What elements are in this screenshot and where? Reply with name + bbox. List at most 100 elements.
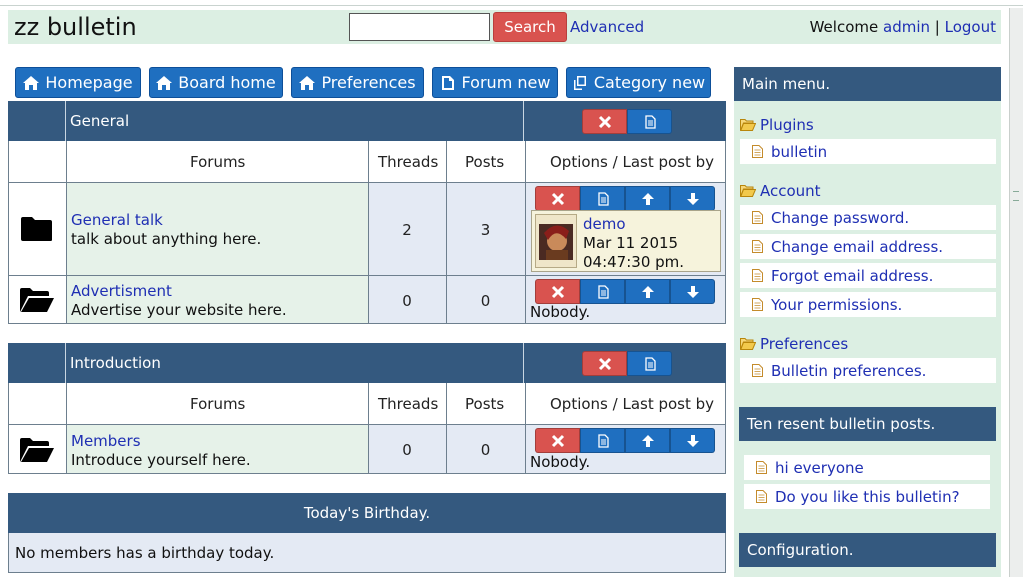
options-column-header: Options / Last post by bbox=[550, 395, 715, 413]
column-header-row: Forums Threads Posts Options / Last post… bbox=[8, 383, 726, 425]
forum-link-general-talk[interactable]: General talk bbox=[71, 211, 163, 229]
last-post-nobody: Nobody. bbox=[530, 303, 591, 321]
post-count: 3 bbox=[480, 221, 491, 239]
document-icon bbox=[752, 240, 763, 253]
sidebar-item-change-email[interactable]: Change email address. bbox=[740, 234, 996, 259]
board-home-label: Board home bbox=[178, 73, 276, 92]
separator: | bbox=[934, 18, 940, 36]
home-icon bbox=[23, 75, 40, 90]
category-new-label: Category new bbox=[593, 73, 706, 92]
recent-post-item[interactable]: hi everyone bbox=[744, 455, 990, 480]
delete-forum-button[interactable] bbox=[535, 428, 580, 453]
sidebar-group-preferences: Preferences bbox=[740, 335, 848, 353]
close-icon bbox=[551, 285, 564, 298]
board-home-button[interactable]: Board home bbox=[149, 67, 283, 98]
move-down-button[interactable] bbox=[670, 186, 715, 211]
delete-forum-button[interactable] bbox=[535, 279, 580, 304]
arrow-up-icon bbox=[641, 434, 654, 447]
edit-forum-button[interactable] bbox=[580, 279, 625, 304]
new-document-icon bbox=[441, 75, 454, 90]
sidebar-item-forgot-email[interactable]: Forgot email address. bbox=[740, 263, 996, 288]
sidebar-item-change-password[interactable]: Change password. bbox=[740, 205, 996, 230]
recent-post-link[interactable]: hi everyone bbox=[775, 459, 864, 477]
forum-link-advertisment[interactable]: Advertisment bbox=[71, 282, 172, 300]
arrow-up-icon bbox=[641, 192, 654, 205]
search-button[interactable]: Search bbox=[493, 12, 567, 42]
edit-category-button[interactable] bbox=[627, 351, 672, 376]
site-header: zz bulletin Search Advanced Welcome admi… bbox=[8, 10, 1001, 44]
edit-category-button[interactable] bbox=[627, 109, 672, 134]
welcome-text: Welcome bbox=[809, 18, 879, 36]
configuration-title: Configuration. bbox=[739, 533, 996, 567]
forum-description: talk about anything here. bbox=[71, 230, 262, 248]
username-link[interactable]: admin bbox=[883, 18, 930, 36]
arrow-up-icon bbox=[641, 285, 654, 298]
homepage-label: Homepage bbox=[45, 73, 133, 92]
recent-post-item[interactable]: Do you like this bulletin? bbox=[744, 484, 990, 509]
column-header-row: Forums Threads Posts Options / Last post… bbox=[8, 141, 726, 183]
sidebar-item-label[interactable]: Change password. bbox=[771, 209, 909, 227]
sidebar-group-plugins: Plugins bbox=[740, 116, 814, 134]
forum-actions bbox=[535, 428, 715, 453]
logout-link[interactable]: Logout bbox=[945, 18, 996, 36]
sidebar: Main menu. Plugins bulletin Account Chan… bbox=[734, 67, 1001, 577]
edit-forum-button[interactable] bbox=[580, 186, 625, 211]
sidebar-item-label[interactable]: Bulletin preferences. bbox=[771, 362, 926, 380]
document-icon bbox=[644, 356, 656, 371]
window-top-border bbox=[0, 0, 1023, 6]
sidebar-item-bulletin-preferences[interactable]: Bulletin preferences. bbox=[740, 358, 996, 383]
scrollbar-grip[interactable] bbox=[1013, 191, 1019, 201]
recent-post-link[interactable]: Do you like this bulletin? bbox=[775, 488, 960, 506]
homepage-button[interactable]: Homepage bbox=[15, 67, 141, 98]
posts-column-header: Posts bbox=[465, 153, 505, 171]
advanced-search-link[interactable]: Advanced bbox=[570, 18, 644, 36]
vertical-scrollbar[interactable] bbox=[1009, 8, 1023, 577]
forum-row: Advertisment Advertise your website here… bbox=[8, 276, 726, 324]
document-icon bbox=[756, 490, 767, 503]
edit-forum-button[interactable] bbox=[580, 428, 625, 453]
sidebar-group-label[interactable]: Plugins bbox=[760, 116, 814, 134]
move-up-button[interactable] bbox=[625, 279, 670, 304]
search-input[interactable] bbox=[349, 13, 490, 41]
move-down-button[interactable] bbox=[670, 428, 715, 453]
folder-closed-icon bbox=[21, 217, 52, 241]
recent-posts-title: Ten resent bulletin posts. bbox=[739, 407, 996, 441]
preferences-button[interactable]: Preferences bbox=[291, 67, 424, 98]
document-icon bbox=[756, 461, 767, 474]
sidebar-item-permissions[interactable]: Your permissions. bbox=[740, 292, 996, 317]
sidebar-item-label[interactable]: bulletin bbox=[771, 143, 827, 161]
category-new-button[interactable]: Category new bbox=[566, 67, 711, 98]
sidebar-group-label[interactable]: Account bbox=[760, 182, 821, 200]
forum-new-button[interactable]: Forum new bbox=[432, 67, 558, 98]
document-icon bbox=[752, 298, 763, 311]
arrow-down-icon bbox=[686, 434, 699, 447]
post-count: 0 bbox=[480, 441, 491, 459]
move-up-button[interactable] bbox=[625, 428, 670, 453]
sidebar-item-label[interactable]: Your permissions. bbox=[771, 296, 902, 314]
folder-open-icon bbox=[740, 119, 756, 131]
forum-actions bbox=[535, 186, 715, 211]
sidebar-item-bulletin[interactable]: bulletin bbox=[740, 139, 996, 164]
move-down-button[interactable] bbox=[670, 279, 715, 304]
delete-category-button[interactable] bbox=[582, 109, 627, 134]
welcome-area: Welcome admin | Logout bbox=[810, 18, 996, 36]
category-title: Introduction bbox=[70, 354, 161, 372]
last-post-nobody: Nobody. bbox=[530, 453, 591, 471]
preferences-label: Preferences bbox=[321, 73, 416, 92]
move-up-button[interactable] bbox=[625, 186, 670, 211]
category-title: General bbox=[70, 112, 130, 130]
sidebar-item-label[interactable]: Change email address. bbox=[771, 238, 943, 256]
forum-actions bbox=[535, 279, 715, 304]
forum-link-members[interactable]: Members bbox=[71, 432, 141, 450]
document-icon bbox=[644, 114, 656, 129]
arrow-down-icon bbox=[686, 192, 699, 205]
last-post-time: 04:47:30 pm. bbox=[583, 253, 685, 271]
last-post-user-link[interactable]: demo bbox=[583, 215, 626, 233]
close-icon bbox=[551, 434, 564, 447]
sidebar-group-label[interactable]: Preferences bbox=[760, 335, 848, 353]
sidebar-item-label[interactable]: Forgot email address. bbox=[771, 267, 933, 285]
thread-count: 0 bbox=[402, 441, 412, 459]
delete-forum-button[interactable] bbox=[535, 186, 580, 211]
delete-category-button[interactable] bbox=[582, 351, 627, 376]
document-icon bbox=[752, 269, 763, 282]
